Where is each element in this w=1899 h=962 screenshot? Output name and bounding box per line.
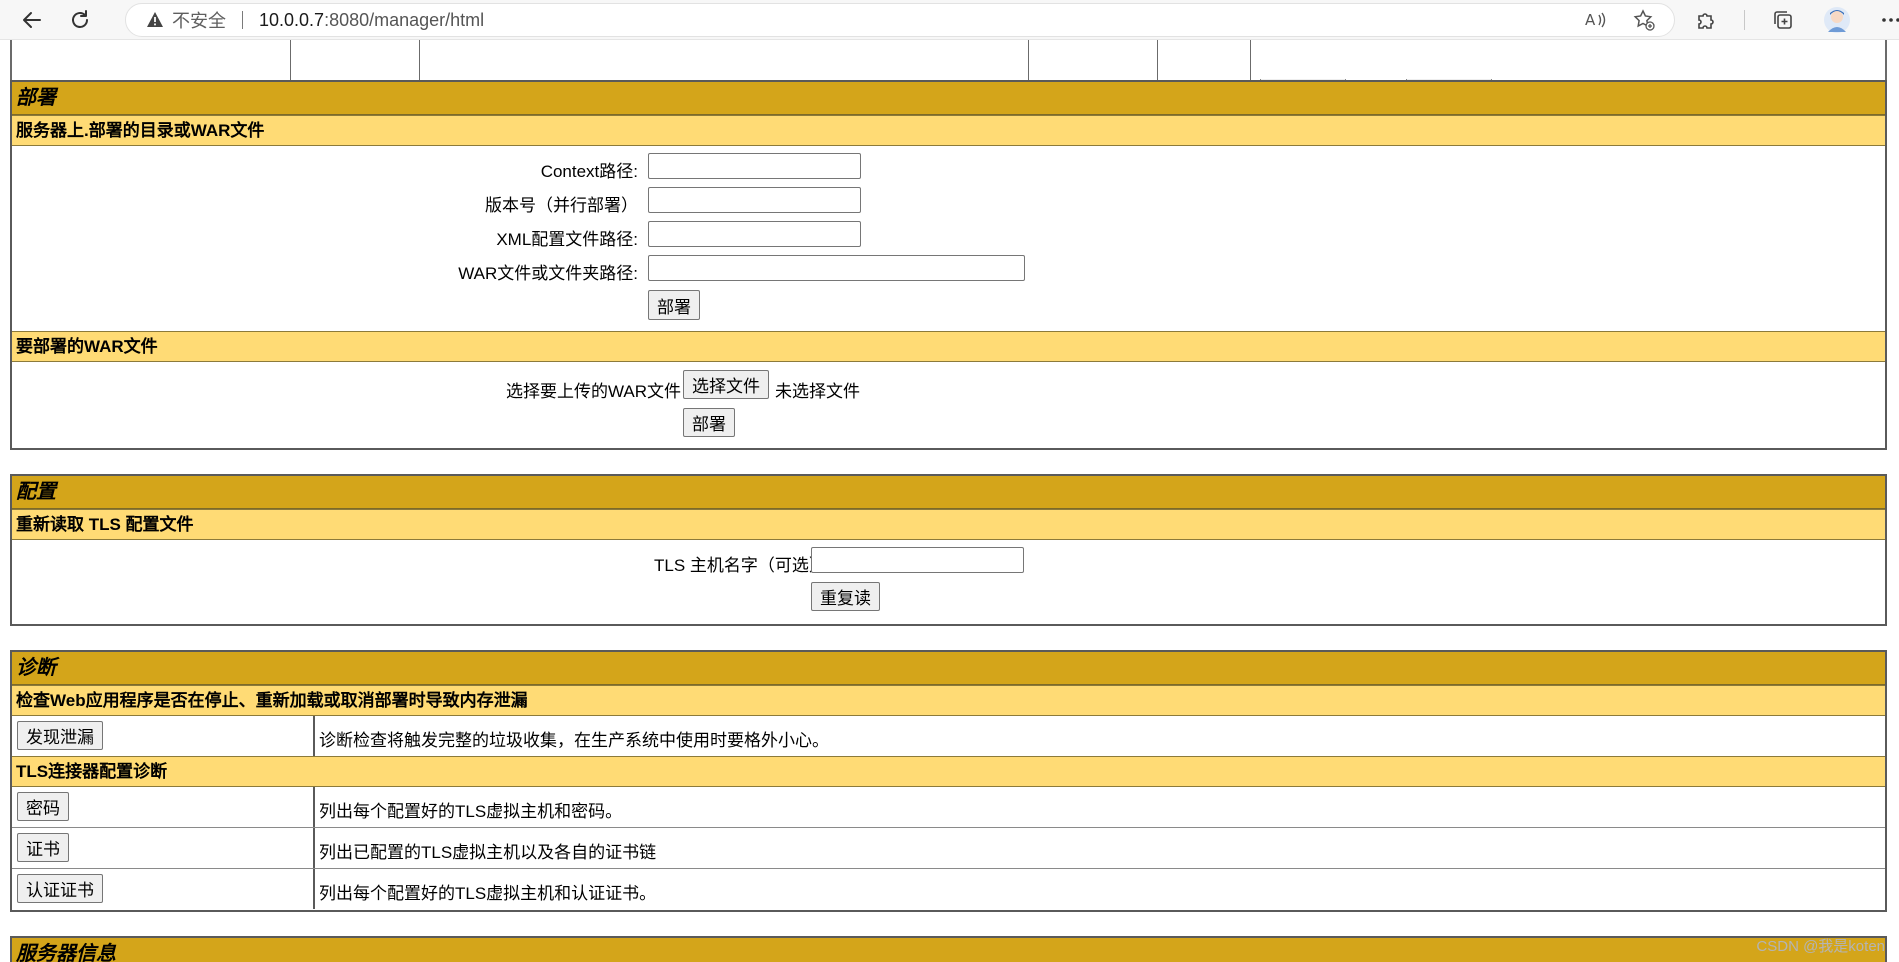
deploy-form: Context路径: 版本号（并行部署） XML配置文件路径: WAR文件或文件…	[12, 146, 1885, 331]
tls-diag-subtitle: TLS连接器配置诊断	[12, 756, 1885, 787]
certificates-button[interactable]: 证书	[17, 833, 69, 862]
leak-row: 发现泄漏 诊断检查将触发完整的垃圾收集，在生产系统中使用时要格外小心。	[12, 716, 1885, 756]
deploy-title: 部署	[12, 82, 1885, 115]
trusted-certs-description: 列出每个配置好的TLS虚拟主机和认证证书。	[319, 884, 657, 903]
favorite-button[interactable]	[1628, 4, 1660, 36]
certs-description: 列出已配置的TLS虚拟主机以及各自的证书链	[319, 843, 657, 862]
context-path-label: Context路径:	[540, 162, 638, 181]
extensions-button[interactable]	[1690, 4, 1722, 36]
no-file-text: 未选择文件	[775, 382, 860, 401]
security-indicator[interactable]: 不安全	[146, 7, 226, 33]
diagnostics-section: 诊断 检查Web应用程序是否在停止、重新加载或取消部署时导致内存泄漏 发现泄漏 …	[10, 650, 1887, 912]
war-path-label: WAR文件或文件夹路径:	[458, 264, 638, 283]
certs-button-cell: 证书	[12, 828, 315, 868]
read-aloud-icon: A	[1585, 11, 1606, 29]
upload-deploy-button[interactable]: 部署	[683, 408, 735, 437]
leak-subtitle: 检查Web应用程序是否在停止、重新加载或取消部署时导致内存泄漏	[12, 685, 1885, 716]
url-host: 10.0.0.7	[259, 9, 325, 30]
trusted-certificates-button[interactable]: 认证证书	[17, 874, 103, 903]
ciphers-description: 列出每个配置好的TLS虚拟主机和密码。	[319, 802, 623, 821]
leak-description: 诊断检查将触发完整的垃圾收集，在生产系统中使用时要格外小心。	[319, 731, 829, 750]
back-arrow-icon	[23, 11, 41, 28]
ciphers-row: 密码 列出每个配置好的TLS虚拟主机和密码。	[12, 787, 1885, 827]
trusted-certs-row: 认证证书 列出每个配置好的TLS虚拟主机和认证证书。	[12, 868, 1885, 909]
version-input[interactable]	[648, 187, 861, 213]
avatar-icon	[1824, 6, 1850, 33]
tls-hostname-label: TLS 主机名字（可选）	[654, 556, 826, 575]
war-path-input[interactable]	[648, 255, 1025, 281]
tls-hostname-input[interactable]	[811, 547, 1024, 573]
config-subtitle: 重新读取 TLS 配置文件	[12, 509, 1885, 540]
deploy-server-subtitle: 服务器上.部署的目录或WAR文件	[12, 115, 1885, 146]
svg-text:A: A	[1585, 11, 1596, 29]
collections-icon	[1774, 10, 1792, 29]
browser-toolbar: 不安全 10.0.0.7:8080/manager/html A	[0, 0, 1899, 40]
ciphers-button-cell: 密码	[12, 787, 315, 827]
watermark: CSDN @我是koten	[1756, 938, 1885, 955]
toolbar-divider	[1744, 9, 1745, 30]
more-menu-button[interactable]	[1875, 4, 1899, 36]
more-dots-icon	[1882, 17, 1899, 22]
read-aloud-button[interactable]: A	[1580, 4, 1612, 36]
puzzle-icon	[1698, 12, 1714, 29]
collections-button[interactable]	[1767, 4, 1799, 36]
warning-icon	[147, 12, 163, 27]
deploy-button[interactable]: 部署	[648, 290, 700, 320]
star-add-icon	[1633, 9, 1655, 31]
refresh-icon	[72, 9, 88, 28]
upload-war-subtitle: 要部署的WAR文件	[12, 331, 1885, 362]
config-section: 配置 重新读取 TLS 配置文件 TLS 主机名字（可选） 重复读	[10, 474, 1887, 626]
ciphers-button[interactable]: 密码	[17, 792, 69, 821]
context-path-input[interactable]	[648, 153, 861, 179]
upload-war-label: 选择要上传的WAR文件	[506, 382, 682, 401]
trusted-certs-button-cell: 认证证书	[12, 869, 315, 909]
xml-config-label: XML配置文件路径:	[496, 230, 638, 249]
deploy-section: 部署 服务器上.部署的目录或WAR文件 Context路径: 版本号（并行部署）…	[10, 80, 1887, 450]
back-button[interactable]	[14, 2, 50, 38]
reload-button[interactable]: 重复读	[811, 582, 880, 611]
url-text: 10.0.0.7:8080/manager/html	[259, 10, 484, 31]
address-bar[interactable]: 不安全 10.0.0.7:8080/manager/html A	[125, 3, 1675, 37]
refresh-button[interactable]	[62, 2, 98, 38]
tls-reload-form: TLS 主机名字（可选） 重复读	[12, 540, 1885, 625]
url-separator	[242, 11, 243, 29]
leak-button-cell: 发现泄漏	[12, 716, 315, 756]
url-path: :8080/manager/html	[324, 9, 485, 30]
page-content: 部署 服务器上.部署的目录或WAR文件 Context路径: 版本号（并行部署）…	[0, 40, 1899, 962]
diagnostics-title: 诊断	[12, 652, 1885, 685]
xml-config-input[interactable]	[648, 221, 861, 247]
server-info-title: 服务器信息	[12, 938, 1885, 962]
server-info-section: 服务器信息	[10, 936, 1887, 962]
security-label: 不安全	[172, 11, 226, 31]
upload-form: 选择要上传的WAR文件 选择文件 未选择文件 部署	[12, 362, 1885, 448]
choose-file-button[interactable]: 选择文件	[683, 370, 769, 399]
version-label: 版本号（并行部署）	[485, 196, 638, 215]
certs-row: 证书 列出已配置的TLS虚拟主机以及各自的证书链	[12, 827, 1885, 868]
profile-avatar[interactable]	[1821, 4, 1853, 36]
find-leaks-button[interactable]: 发现泄漏	[17, 721, 103, 750]
config-title: 配置	[12, 476, 1885, 509]
